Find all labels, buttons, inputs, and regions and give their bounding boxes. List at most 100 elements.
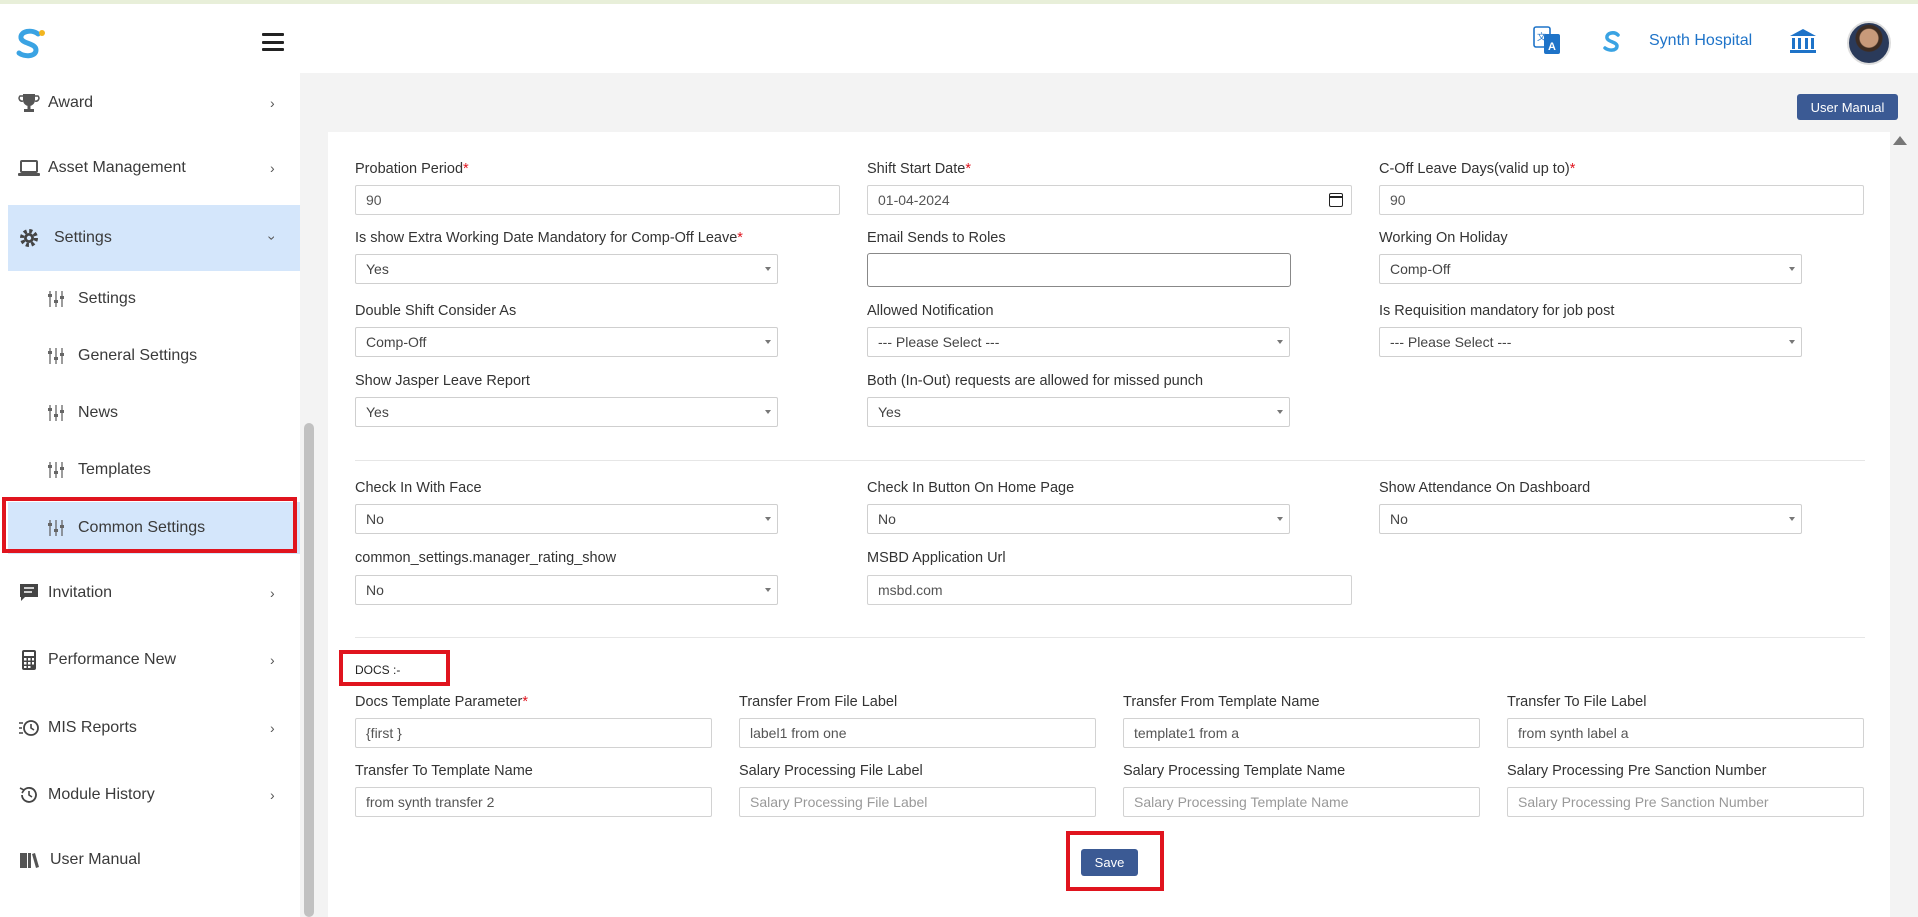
sidebar-subitem-label: General Settings	[78, 347, 198, 364]
missed-punch-label: Both (In-Out) requests are allowed for m…	[867, 373, 1204, 389]
sidebar-item-mis-reports[interactable]: MIS Reports ›	[8, 698, 300, 758]
transfer-from-template-name-input[interactable]: template1 from a	[1123, 718, 1480, 748]
sidebar-item-label: Asset Management	[48, 159, 186, 176]
dropdown-caret-icon	[765, 410, 771, 414]
section-divider	[355, 637, 1865, 638]
top-header: A 文 Synth Hospital	[0, 0, 1918, 73]
salary-file-label-input[interactable]: Salary Processing File Label	[739, 787, 1096, 817]
sidebar-item-module-history[interactable]: Module History ›	[8, 765, 300, 825]
allowed-notification-select[interactable]: --- Please Select ---	[867, 327, 1290, 357]
dropdown-caret-icon	[765, 588, 771, 592]
history-icon	[19, 787, 37, 803]
dropdown-caret-icon	[1277, 517, 1283, 521]
transfer-from-file-label-input[interactable]: label1 from one	[739, 718, 1096, 748]
extra-working-date-select[interactable]: Yes	[355, 254, 778, 284]
transfer-from-template-name-label: Transfer From Template Name	[1123, 694, 1320, 710]
user-avatar[interactable]	[1847, 21, 1891, 65]
salary-pre-sanction-label: Salary Processing Pre Sanction Number	[1507, 763, 1767, 779]
check-in-face-label: Check In With Face	[355, 480, 482, 496]
user-manual-button[interactable]: User Manual	[1797, 94, 1898, 120]
salary-template-name-label: Salary Processing Template Name	[1123, 763, 1346, 779]
transfer-to-file-label-label: Transfer To File Label	[1507, 694, 1647, 710]
hospital-logo-icon	[1603, 31, 1620, 52]
select-value: No	[878, 511, 896, 527]
manager-rating-show-select[interactable]: No	[355, 575, 778, 605]
working-on-holiday-select[interactable]: Comp-Off	[1379, 254, 1802, 284]
shift-start-date-value: 01-04-2024	[878, 192, 950, 208]
email-sends-to-roles-label: Email Sends to Roles	[867, 230, 1006, 246]
chevron-right-icon: ›	[270, 787, 275, 803]
sidebar-item-performance-new[interactable]: Performance New ›	[8, 630, 300, 690]
sidebar-item-label: Invitation	[48, 584, 113, 601]
select-value: Yes	[366, 404, 389, 420]
message-icon	[20, 584, 38, 601]
highlight-common-settings	[2, 497, 297, 553]
sidebar-item-settings[interactable]: Settings ›	[8, 205, 300, 271]
check-in-home-select[interactable]: No	[867, 504, 1290, 534]
sidebar-subitem-settings[interactable]: Settings	[8, 273, 300, 325]
hospital-name[interactable]: Synth Hospital	[1649, 32, 1752, 50]
shift-start-date-input[interactable]: 01-04-2024	[867, 185, 1352, 215]
salary-pre-sanction-input[interactable]: Salary Processing Pre Sanction Number	[1507, 787, 1864, 817]
sidebar-subitem-templates[interactable]: Templates	[8, 444, 300, 496]
sidebar-item-user-manual[interactable]: User Manual	[8, 830, 300, 890]
sidebar-item-invitation[interactable]: Invitation ›	[8, 563, 300, 623]
salary-template-name-input[interactable]: Salary Processing Template Name	[1123, 787, 1480, 817]
calendar-icon[interactable]	[1329, 193, 1343, 207]
extra-working-date-label: Is show Extra Working Date Mandatory for…	[355, 230, 743, 246]
dropdown-caret-icon	[1277, 410, 1283, 414]
jasper-leave-report-select[interactable]: Yes	[355, 397, 778, 427]
requisition-mandatory-select[interactable]: --- Please Select ---	[1379, 327, 1802, 357]
app-logo-icon[interactable]	[12, 26, 48, 62]
working-on-holiday-label: Working On Holiday	[1379, 230, 1508, 246]
trophy-icon	[18, 94, 40, 112]
scroll-up-arrow-icon[interactable]	[1893, 136, 1907, 145]
coff-leave-days-input[interactable]: 90	[1379, 185, 1864, 215]
sidebar-item-label: User Manual	[50, 851, 141, 868]
sliders-icon	[48, 348, 64, 364]
sidebar-scrollbar[interactable]	[304, 423, 314, 917]
sidebar-item-asset-management[interactable]: Asset Management ›	[8, 138, 300, 198]
sidebar-item-label: Settings	[54, 229, 112, 246]
transfer-to-file-label-input[interactable]: from synth label a	[1507, 718, 1864, 748]
double-shift-label: Double Shift Consider As	[355, 303, 517, 319]
attendance-dashboard-label: Show Attendance On Dashboard	[1379, 480, 1591, 496]
select-value: No	[366, 511, 384, 527]
missed-punch-select[interactable]: Yes	[867, 397, 1290, 427]
double-shift-select[interactable]: Comp-Off	[355, 327, 778, 357]
email-sends-to-roles-input[interactable]	[867, 253, 1291, 287]
sidebar-item-award[interactable]: Award ›	[8, 73, 300, 133]
check-in-face-select[interactable]: No	[355, 504, 778, 534]
probation-period-label: Probation Period*	[355, 161, 469, 177]
dropdown-caret-icon	[1789, 267, 1795, 271]
calculator-icon	[22, 650, 36, 670]
sidebar: Award › Asset Management › Settings › Se…	[0, 73, 300, 917]
bank-icon[interactable]	[1789, 28, 1817, 54]
dropdown-caret-icon	[1277, 340, 1283, 344]
translate-icon[interactable]: A 文	[1533, 26, 1561, 56]
manager-rating-show-label: common_settings.manager_rating_show	[355, 550, 617, 566]
check-in-home-label: Check In Button On Home Page	[867, 480, 1075, 496]
probation-period-input[interactable]: 90	[355, 185, 840, 215]
docs-template-parameter-input[interactable]: {first }	[355, 718, 712, 748]
jasper-leave-report-label: Show Jasper Leave Report	[355, 373, 530, 389]
coff-leave-days-label: C-Off Leave Days(valid up to)*	[1379, 161, 1576, 177]
chevron-right-icon: ›	[270, 585, 275, 601]
sidebar-subitem-label: Templates	[78, 461, 151, 478]
transfer-to-template-name-input[interactable]: from synth transfer 2	[355, 787, 712, 817]
sliders-icon	[48, 462, 64, 478]
sidebar-subitem-general-settings[interactable]: General Settings	[8, 330, 300, 382]
docs-template-parameter-label: Docs Template Parameter*	[355, 694, 529, 710]
select-value: Comp-Off	[366, 334, 427, 350]
select-value: No	[1390, 511, 1408, 527]
select-value: No	[366, 582, 384, 598]
hamburger-menu-icon[interactable]	[262, 33, 284, 51]
msbd-url-label: MSBD Application Url	[867, 550, 1006, 566]
sidebar-item-label: Award	[48, 94, 94, 111]
sidebar-subitem-news[interactable]: News	[8, 387, 300, 439]
dropdown-caret-icon	[1789, 340, 1795, 344]
msbd-url-input[interactable]: msbd.com	[867, 575, 1352, 605]
highlight-save-button	[1066, 831, 1164, 891]
requisition-mandatory-label: Is Requisition mandatory for job post	[1379, 303, 1615, 319]
attendance-dashboard-select[interactable]: No	[1379, 504, 1802, 534]
